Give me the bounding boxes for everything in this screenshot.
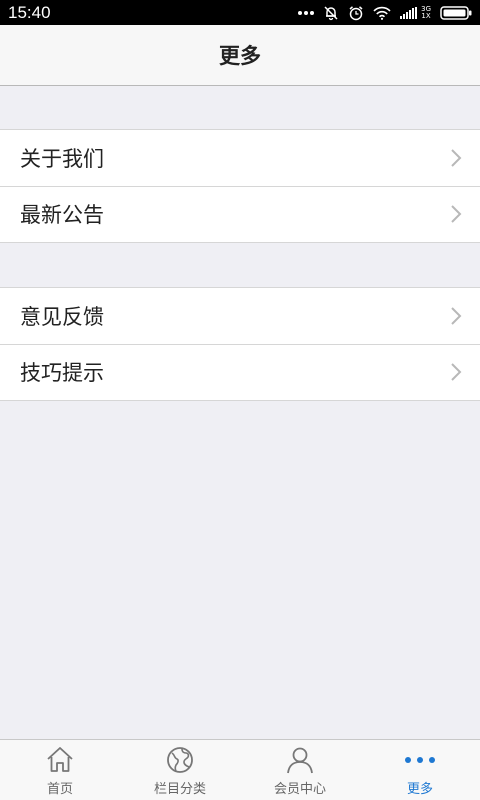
tab-member-center[interactable]: 会员中心 <box>240 740 360 800</box>
tab-more[interactable]: 更多 <box>360 740 480 800</box>
menu-item-label: 最新公告 <box>20 203 104 227</box>
globe-icon <box>167 747 193 773</box>
network-type-label: 3G 1X <box>421 4 431 20</box>
wifi-icon <box>373 6 391 20</box>
bell-muted-icon <box>324 5 338 20</box>
menu-item-announcements[interactable]: 最新公告 <box>0 186 480 242</box>
status-icons: 3G 1X <box>298 5 472 21</box>
tab-categories[interactable]: 栏目分类 <box>120 740 240 800</box>
menu-item-label: 技巧提示 <box>20 361 104 385</box>
signal-bars-icon <box>400 6 418 19</box>
user-icon <box>287 747 313 774</box>
home-icon <box>47 747 73 772</box>
settings-group-2: 意见反馈 技巧提示 <box>0 287 480 401</box>
chevron-right-icon <box>451 363 462 381</box>
tab-label: 首页 <box>46 782 73 797</box>
status-time: 15:40 <box>8 2 51 22</box>
menu-item-label: 意见反馈 <box>20 305 104 329</box>
nav-bar: 更多 <box>0 25 480 86</box>
tab-bar: 首页 栏目分类 会员中心 更多 <box>0 739 480 800</box>
status-bar: 15:40 3G 1X <box>0 0 480 25</box>
menu-item-feedback[interactable]: 意见反馈 <box>0 288 480 344</box>
menu-item-tips[interactable]: 技巧提示 <box>0 344 480 400</box>
tab-label: 更多 <box>406 782 433 797</box>
alarm-clock-icon <box>349 5 363 20</box>
chevron-right-icon <box>451 205 462 223</box>
settings-group-1: 关于我们 最新公告 <box>0 129 480 243</box>
chevron-right-icon <box>451 307 462 325</box>
more-dots-icon <box>405 757 435 763</box>
battery-icon <box>440 5 472 20</box>
tab-label: 栏目分类 <box>153 782 206 797</box>
tab-label: 会员中心 <box>273 782 326 797</box>
chevron-right-icon <box>451 149 462 167</box>
page-title: 更多 <box>219 44 261 68</box>
menu-item-label: 关于我们 <box>20 147 104 171</box>
menu-item-about-us[interactable]: 关于我们 <box>0 130 480 186</box>
overflow-dots-icon <box>298 10 315 15</box>
tab-home[interactable]: 首页 <box>0 740 120 800</box>
